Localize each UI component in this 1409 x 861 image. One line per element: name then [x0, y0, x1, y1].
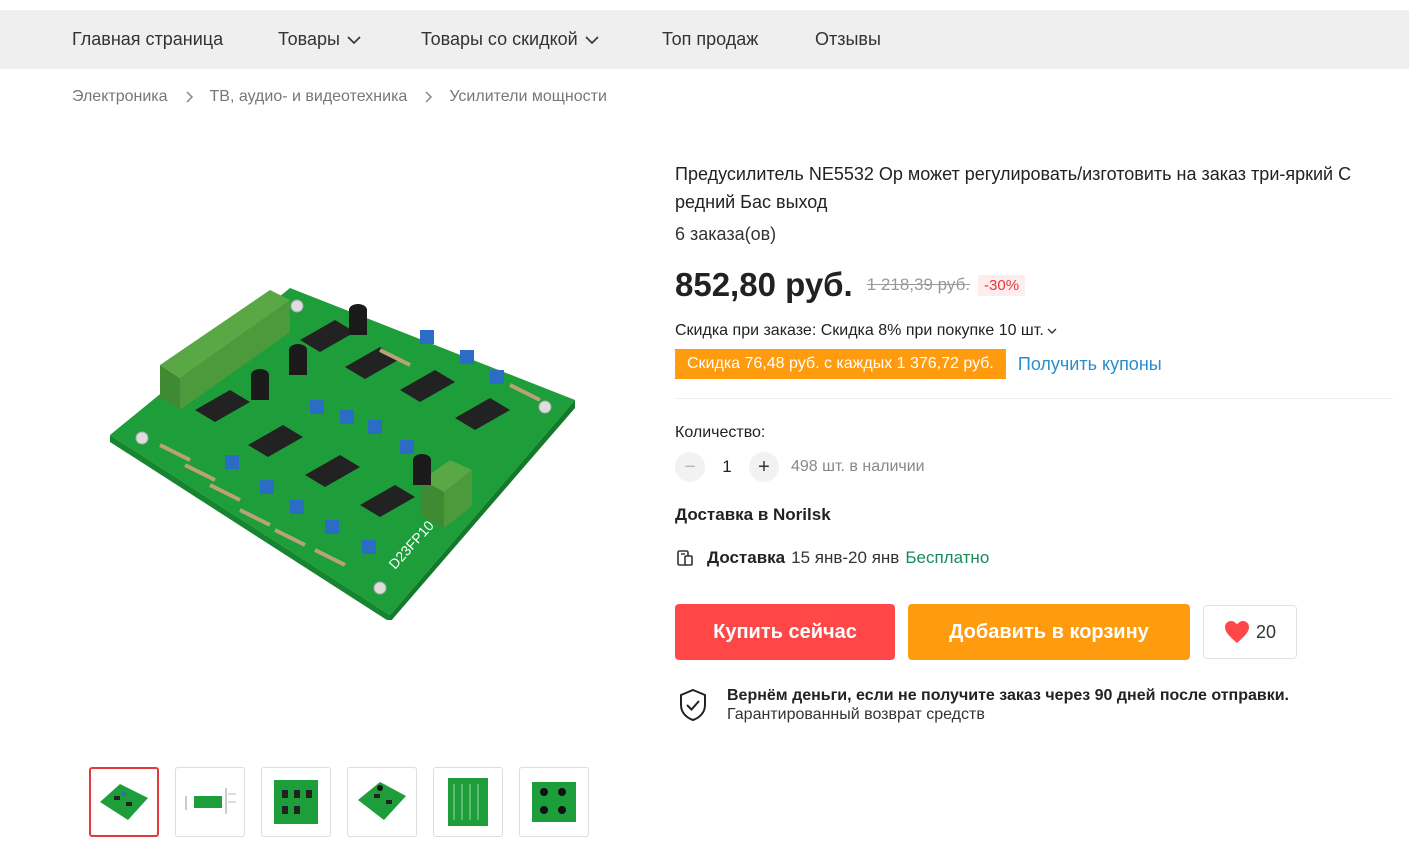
thumbnail-6[interactable]: [519, 767, 589, 837]
old-price: 1 218,39 руб.: [866, 275, 971, 294]
stock-count: 498 шт. в наличии: [791, 458, 925, 475]
pcb-thumbnail-image: [532, 782, 576, 822]
thumbnail-strip: [89, 767, 589, 837]
buy-now-button[interactable]: Купить сейчас: [675, 604, 895, 660]
quantity-decrease-button[interactable]: −: [675, 452, 705, 482]
thumbnail-5[interactable]: [433, 767, 503, 837]
guarantee-title: Вернём деньги, если не получите заказ че…: [727, 687, 1289, 704]
quantity-stepper: − 1 + 498 шт. в наличии: [675, 452, 925, 482]
pcb-thumbnail-image: [358, 782, 406, 820]
thumbnail-2[interactable]: [175, 767, 245, 837]
add-to-cart-button[interactable]: Добавить в корзину: [908, 604, 1190, 660]
guarantee-subtitle: Гарантированный возврат средств: [727, 706, 985, 723]
price-row: 852,80 руб. 1 218,39 руб. -30%: [675, 266, 1026, 304]
delivery-destination[interactable]: Доставка в Norilsk: [675, 505, 831, 525]
current-price: 852,80 руб.: [675, 266, 853, 303]
order-discount-dropdown[interactable]: Скидка при заказе: Скидка 8% при покупке…: [675, 322, 1058, 340]
breadcrumb: Электроника ТВ, аудио- и видеотехника Ус…: [72, 88, 607, 106]
quantity-input[interactable]: 1: [705, 457, 749, 477]
nav-item-label: Товары со скидкой: [421, 29, 578, 49]
delivery-package-icon: [677, 550, 693, 566]
delivery-price: Бесплатно: [905, 548, 990, 567]
breadcrumb-tv-audio[interactable]: ТВ, аудио- и видеотехника: [210, 88, 408, 106]
heart-icon: [1224, 621, 1249, 643]
orders-count: 6 заказа(ов): [675, 224, 777, 244]
nav-item-label: Топ продаж: [662, 29, 759, 49]
delivery-label: Доставка: [707, 548, 786, 567]
breadcrumb-amplifiers[interactable]: Усилители мощности: [449, 88, 607, 106]
divider: [675, 398, 1393, 399]
pcb-thumbnail-image: [100, 784, 148, 820]
nav-item-reviews[interactable]: Отзывы: [815, 29, 881, 50]
nav-item-label: Отзывы: [815, 29, 881, 49]
thumbnail-1[interactable]: [89, 767, 159, 837]
get-coupons-link[interactable]: Получить купоны: [1018, 354, 1162, 375]
chevron-right-icon: [425, 91, 433, 103]
order-discount-label: Скидка при заказе: Скидка 8% при покупке…: [675, 322, 1044, 339]
pcb-illustration: D23FP10: [110, 288, 575, 622]
wishlist-count: 20: [1255, 621, 1277, 642]
delivery-info: Доставка 15 янв-20 янв Бесплатно: [675, 548, 989, 568]
money-back-guarantee: Вернём деньги, если не получите заказ че…: [679, 686, 1289, 724]
quantity-label: Количество:: [675, 424, 766, 441]
pcb-thumbnail-image: [185, 788, 236, 814]
chevron-down-icon: [585, 35, 599, 44]
pcb-thumbnail-image: [448, 778, 488, 826]
product-title: Предусилитель NE5532 Op может регулирова…: [675, 164, 1352, 212]
top-nav-bar: Главная страница Товары Товары со скидко…: [0, 10, 1409, 69]
nav-item-label: Товары: [278, 29, 340, 49]
product-main-image[interactable]: D23FP10: [100, 270, 580, 622]
discount-badge: -30%: [978, 274, 1026, 296]
coupon-row: Скидка 76,48 руб. с каждых 1 376,72 руб.…: [673, 349, 1162, 379]
nav-item-products[interactable]: Товары: [278, 29, 362, 50]
thumbnail-4[interactable]: [347, 767, 417, 837]
nav-item-discounts[interactable]: Товары со скидкой: [421, 29, 600, 50]
nav-item-top-sales[interactable]: Топ продаж: [662, 29, 758, 50]
quantity-increase-button[interactable]: +: [749, 452, 779, 482]
chevron-right-icon: [186, 91, 193, 103]
coupon-badge: Скидка 76,48 руб. с каждых 1 376,72 руб.: [673, 349, 1006, 379]
nav-item-label: Главная страница: [72, 29, 224, 49]
wishlist-button[interactable]: 20: [1203, 605, 1297, 659]
thumbnail-3[interactable]: [261, 767, 331, 837]
pcb-thumbnail-image: [274, 780, 318, 824]
delivery-dates: 15 янв-20 янв: [791, 548, 900, 567]
nav-item-home[interactable]: Главная страница: [72, 29, 223, 50]
chevron-down-icon: [1047, 328, 1057, 334]
chevron-down-icon: [347, 35, 361, 44]
breadcrumb-electronics[interactable]: Электроника: [72, 88, 168, 106]
shield-check-icon: [680, 688, 706, 722]
